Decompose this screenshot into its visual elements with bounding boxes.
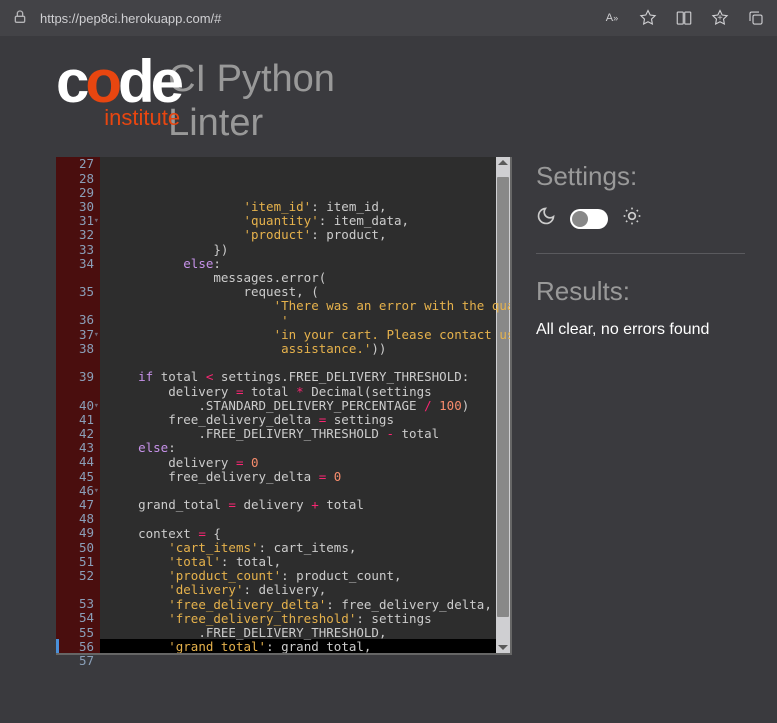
split-icon[interactable] [675, 9, 693, 27]
active-line-indicator [56, 639, 59, 653]
url-field[interactable]: https://pep8ci.herokuapp.com/# [40, 7, 591, 30]
code-area[interactable]: 'item_id': item_id, 'quantity': item_dat… [100, 157, 510, 653]
browser-address-bar: https://pep8ci.herokuapp.com/# A» [0, 0, 777, 36]
collections-icon[interactable] [711, 9, 729, 27]
results-message: All clear, no errors found [536, 321, 745, 339]
logo: code institute [56, 56, 180, 131]
app-title: CI Python Linter [168, 58, 335, 145]
line-number-gutter: 2728293031323334353637383940414243444546… [56, 157, 100, 653]
scroll-up-icon[interactable] [498, 160, 508, 165]
reader-icon[interactable]: A» [603, 9, 621, 27]
copy-icon[interactable] [747, 9, 765, 27]
code-editor[interactable]: 2728293031323334353637383940414243444546… [56, 157, 512, 655]
results-heading: Results: [536, 276, 745, 307]
lock-icon [12, 9, 28, 28]
page-header: code institute CI Python Linter [56, 56, 745, 145]
theme-toggle-row [536, 206, 745, 254]
moon-icon [536, 206, 556, 231]
sun-icon [622, 206, 642, 231]
logo-text: c [56, 48, 85, 115]
settings-heading: Settings: [536, 161, 745, 192]
favorite-icon[interactable] [639, 9, 657, 27]
theme-toggle[interactable] [570, 209, 608, 229]
